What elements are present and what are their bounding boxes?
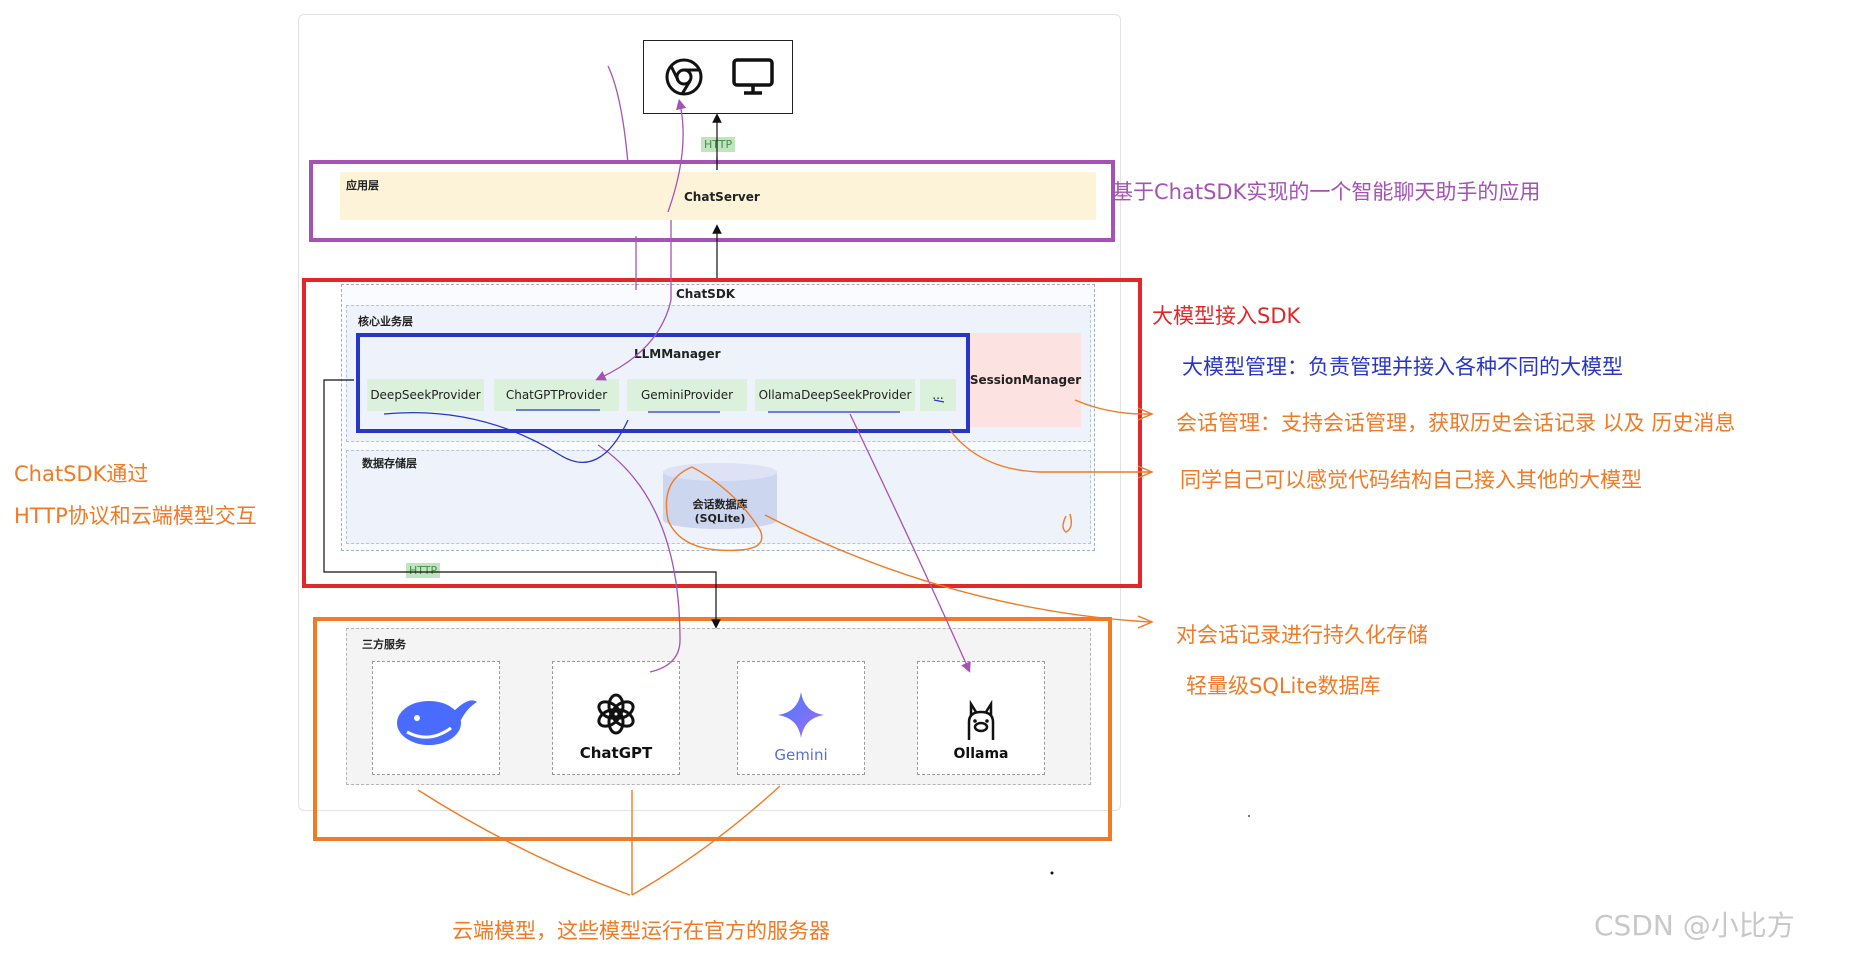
watermark: CSDN @小比方 [1594,909,1795,942]
note-left-line2: HTTP协议和云端模型交互 [14,504,257,528]
black-connectors [323,113,722,629]
note-llm: 大模型管理：负责管理并接入各种不同的大模型 [1182,355,1623,379]
orange-strokes [417,399,1154,896]
purple-strokes [595,65,971,673]
note-sqlite: 轻量级SQLite数据库 [1186,674,1381,698]
note-session: 会话管理：支持会话管理，获取历史会话记录 以及 历史消息 [1176,411,1736,435]
note-cloud: 云端模型，这些模型运行在官方的服务器 [452,919,830,943]
note-left-line1: ChatSDK通过 [14,462,149,486]
blue-strokes [383,399,945,463]
note-app: 基于ChatSDK实现的一个智能聊天助手的应用 [1112,180,1541,204]
note-persist: 对会话记录进行持久化存储 [1176,623,1428,647]
note-sdk: 大模型接入SDK [1152,304,1301,328]
note-extend: 同学自己可以感觉代码结构自己接入其他的大模型 [1180,468,1642,492]
